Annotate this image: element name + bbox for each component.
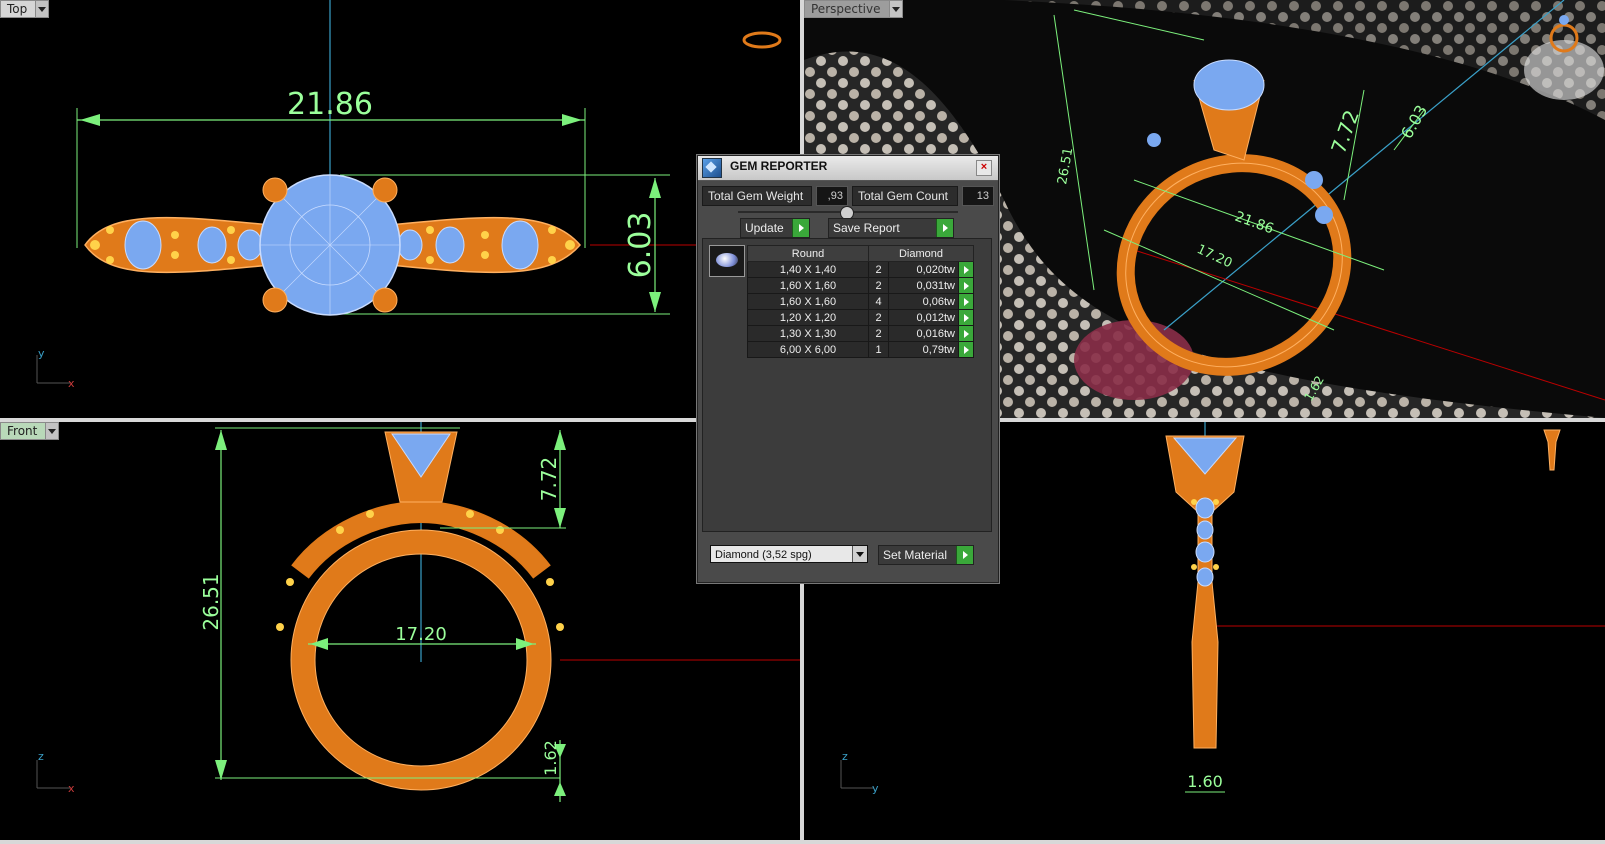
gem-size-cell: 6,00 X 6,00 — [747, 341, 869, 358]
gem-reporter-panel[interactable]: GEM REPORTER × Total Gem Weight ,93 Tota… — [697, 155, 999, 583]
diamond-thumbnail-icon[interactable] — [709, 245, 745, 277]
top-view-drawing: 21.86 6.03 y x — [36, 0, 800, 390]
gem-weight-cell: 0,016tw — [888, 325, 959, 342]
table-row[interactable]: 1,20 X 1,20 2 0,012tw — [747, 309, 974, 326]
gem-list-area[interactable]: Round Diamond 1,40 X 1,40 2 0,020tw 1,60 X … — [702, 238, 992, 532]
table-row[interactable]: 6,00 X 6,00 1 0,79tw — [747, 341, 974, 358]
bottom-border — [0, 840, 1605, 844]
axis-label-z: z — [38, 750, 44, 763]
gem-weight-cell: 0,012tw — [888, 309, 959, 326]
save-report-button[interactable]: Save Report — [828, 218, 954, 238]
axis-label-x: x — [68, 782, 75, 795]
right-dim-band: 1.60 — [1187, 772, 1223, 791]
gem-count-cell: 1 — [867, 341, 890, 358]
chevron-down-icon[interactable] — [852, 546, 867, 562]
gem-size-cell: 1,60 X 1,60 — [747, 277, 869, 294]
select-gem-arrow-icon[interactable] — [958, 261, 974, 278]
total-gem-weight-label: Total Gem Weight — [702, 186, 813, 206]
gem-size-cell: 1,30 X 1,30 — [747, 325, 869, 342]
update-button[interactable]: Update — [740, 218, 810, 238]
total-gem-count-value: 13 — [962, 186, 994, 206]
gem-reporter-titlebar[interactable]: GEM REPORTER × — [698, 156, 998, 181]
totals-row: Total Gem Weight ,93 Total Gem Count 13 — [702, 186, 994, 206]
axis-label-x: x — [68, 377, 75, 390]
table-row[interactable]: 1,60 X 1,60 4 0,06tw — [747, 293, 974, 310]
front-dim-height: 26.51 — [199, 573, 223, 630]
total-gem-weight-value: ,93 — [816, 186, 848, 206]
set-material-button[interactable]: Set Material — [878, 545, 974, 565]
front-dim-band: 1.62 — [541, 740, 560, 776]
gem-weight-cell: 0,06tw — [888, 293, 959, 310]
axis-label-y: y — [872, 782, 879, 795]
top-viewport-label[interactable]: Top — [0, 0, 50, 18]
select-gem-arrow-icon[interactable] — [958, 325, 974, 342]
gem-count-cell: 2 — [867, 309, 890, 326]
table-row[interactable]: 1,30 X 1,30 2 0,016tw — [747, 325, 974, 342]
gem-size-cell: 1,60 X 1,60 — [747, 293, 869, 310]
axis-label-y: y — [38, 347, 45, 360]
front-view-drawing: 26.51 7.72 17.20 1.62 z x — [36, 422, 800, 802]
ring-icon — [1543, 429, 1561, 471]
top-dim-height: 6.03 — [623, 212, 658, 279]
gem-size-cell: 1,20 X 1,20 — [747, 309, 869, 326]
top-viewport[interactable]: Top 21.86 6.03 y x — [0, 0, 800, 418]
axis-label-z: z — [842, 750, 848, 763]
perspective-viewport-label[interactable]: Perspective — [804, 0, 903, 18]
gem-weight-cell: 0,79tw — [888, 341, 959, 358]
front-dim-inner: 17.20 — [395, 624, 447, 645]
gem-count-cell: 4 — [867, 293, 890, 310]
material-select[interactable]: Diamond (3,52 spg) — [710, 545, 868, 563]
table-row[interactable]: 1,60 X 1,60 2 0,031tw — [747, 277, 974, 294]
top-dim-width: 21.86 — [287, 87, 373, 122]
viewport-menu-dropdown-icon[interactable] — [45, 423, 59, 439]
gem-reporter-app-icon — [702, 158, 722, 178]
total-gem-count-label: Total Gem Count — [851, 186, 959, 206]
gem-count-cell: 2 — [867, 261, 890, 278]
table-row[interactable]: 1,40 X 1,40 2 0,020tw — [747, 261, 974, 278]
close-icon[interactable]: × — [976, 160, 992, 176]
gem-weight-cell: 0,020tw — [888, 261, 959, 278]
play-arrow-icon — [936, 219, 953, 237]
gem-table: Round Diamond 1,40 X 1,40 2 0,020tw 1,60 X … — [747, 245, 974, 358]
gem-count-cell: 2 — [867, 277, 890, 294]
select-gem-arrow-icon[interactable] — [958, 277, 974, 294]
play-arrow-icon — [956, 546, 973, 564]
select-gem-arrow-icon[interactable] — [958, 341, 974, 358]
select-gem-arrow-icon[interactable] — [958, 293, 974, 310]
select-gem-arrow-icon[interactable] — [958, 309, 974, 326]
gem-count-cell: 2 — [867, 325, 890, 342]
gem-reporter-title: GEM REPORTER — [730, 159, 828, 173]
front-viewport[interactable]: Front 26.51 7.72 17.20 1.62 z x — [0, 422, 800, 840]
front-viewport-label[interactable]: Front — [0, 422, 60, 440]
viewport-menu-dropdown-icon[interactable] — [35, 1, 49, 17]
front-dim-top: 7.72 — [537, 457, 561, 502]
gem-weight-cell: 0,031tw — [888, 277, 959, 294]
gem-size-cell: 1,40 X 1,40 — [747, 261, 869, 278]
viewport-menu-dropdown-icon[interactable] — [888, 1, 902, 17]
play-arrow-icon — [792, 219, 809, 237]
ring-icon — [742, 31, 782, 49]
col-header-cut: Round — [747, 245, 869, 262]
col-header-material: Diamond — [868, 245, 974, 262]
